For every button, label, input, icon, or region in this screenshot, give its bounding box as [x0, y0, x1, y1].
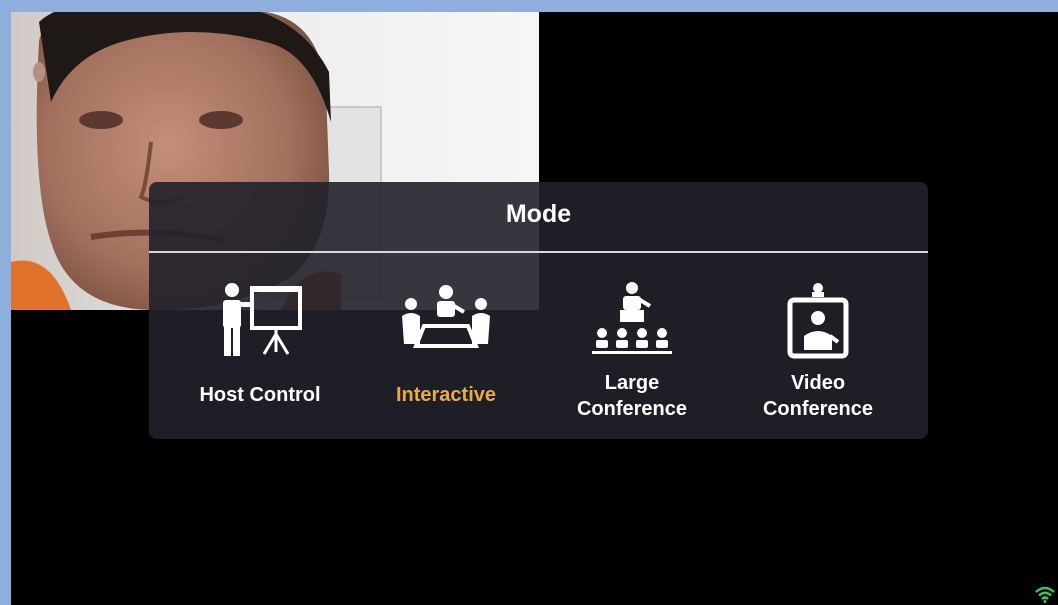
wifi-icon — [1034, 585, 1056, 603]
mode-option-host-control[interactable]: Host Control — [174, 282, 346, 427]
window-frame: Mode Host Control Interactive Large Conf… — [0, 0, 1058, 605]
mode-label: Host Control — [199, 384, 321, 406]
mode-label-line1: Video — [790, 372, 846, 394]
mode-label-line1: Large — [604, 372, 660, 394]
meeting-table-icon — [360, 282, 532, 362]
panel-divider — [149, 251, 928, 253]
mode-panel: Mode Host Control Interactive Large Conf… — [149, 182, 928, 439]
mode-option-interactive[interactable]: Interactive — [360, 282, 532, 427]
audience-icon — [546, 282, 718, 362]
video-stage: Mode Host Control Interactive Large Conf… — [11, 12, 1058, 605]
mode-label: Large Conference — [546, 370, 718, 422]
mode-option-video-conference[interactable]: Video Conference — [732, 282, 904, 427]
mode-label-line2: Conference — [576, 398, 688, 420]
presenter-board-icon — [174, 282, 346, 362]
mode-option-large-conference[interactable]: Large Conference — [546, 282, 718, 427]
panel-title: Mode — [505, 200, 572, 228]
mode-label: Interactive — [395, 384, 497, 406]
mode-label: Video Conference — [732, 370, 904, 422]
mode-label-line2: Conference — [762, 398, 874, 420]
video-screen-icon — [732, 282, 904, 362]
